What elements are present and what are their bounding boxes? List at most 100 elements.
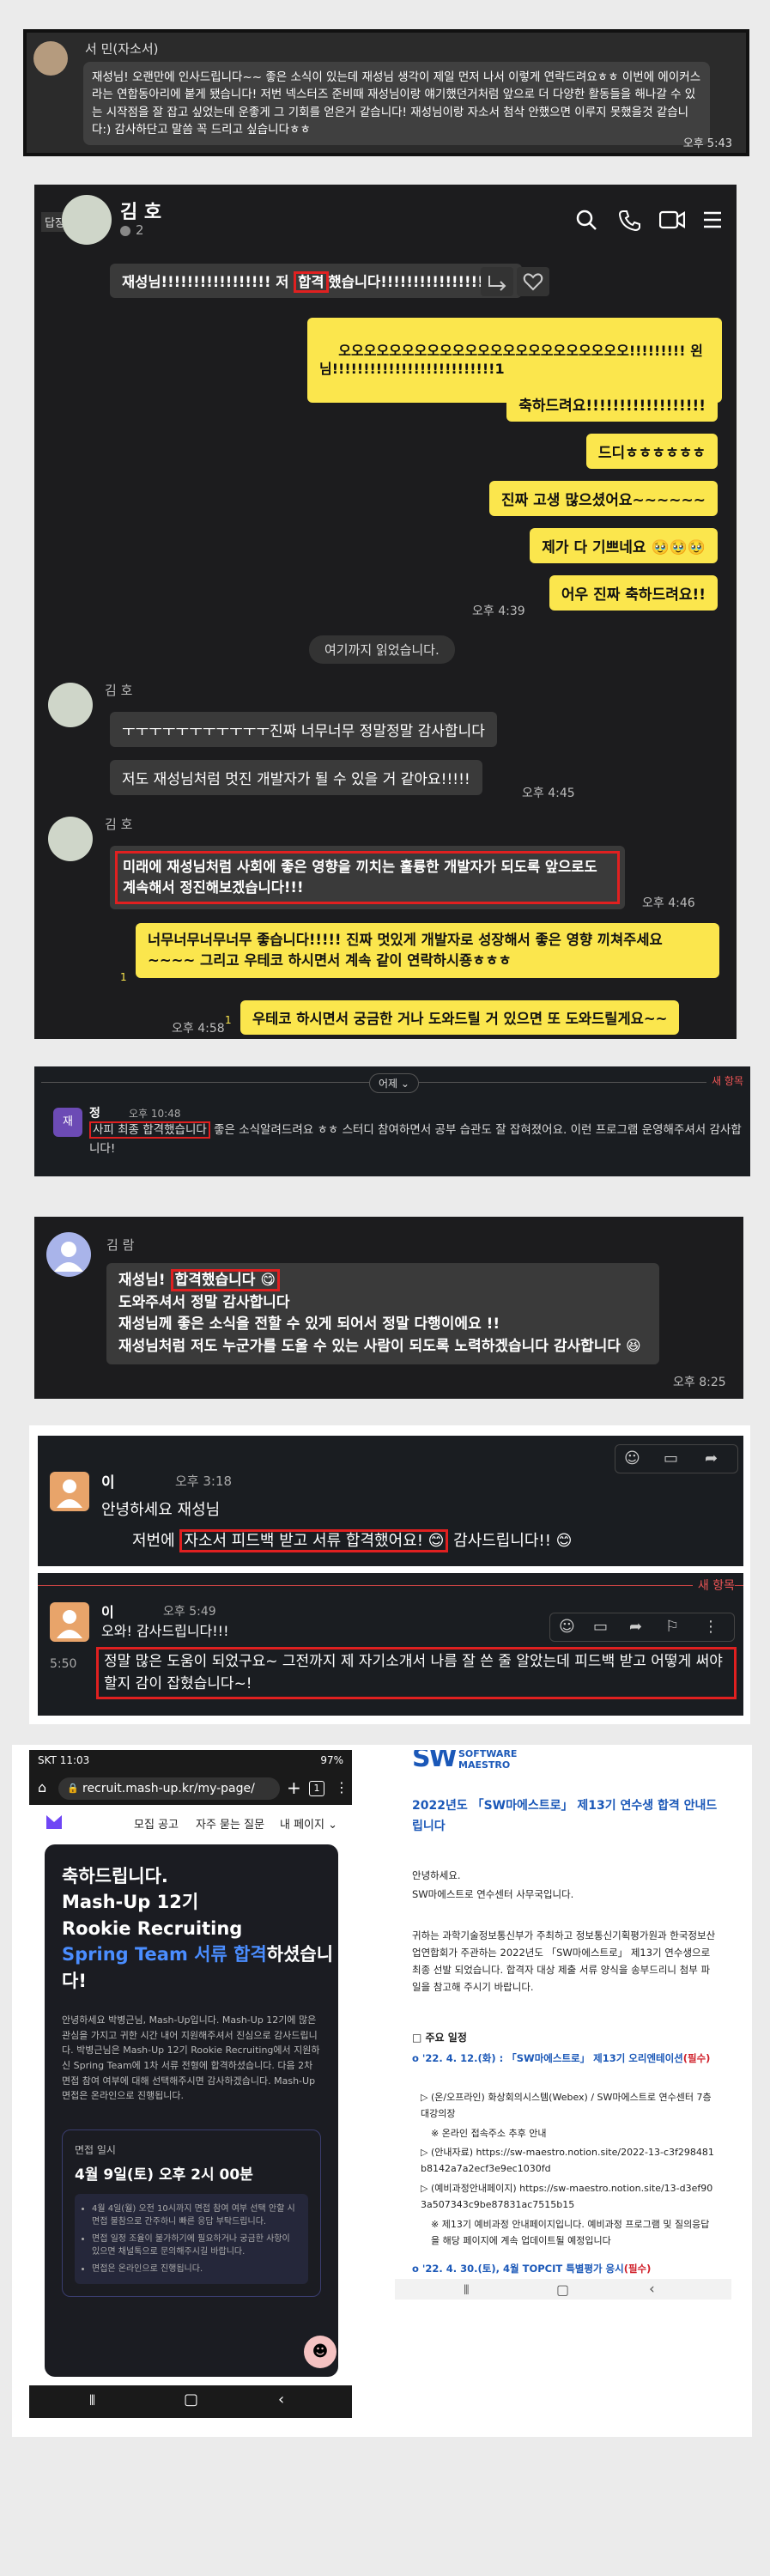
battery-level: 97% bbox=[320, 1754, 343, 1766]
sender-name: 서 민(자소서) bbox=[85, 41, 159, 57]
message-text: 안녕하세요 재성님 bbox=[101, 1501, 221, 1519]
schedule-date: o '22. 4. 12.(화) : 「SW마에스트로」 제13기 오리엔테이션 bbox=[412, 2052, 683, 2064]
message-bubble[interactable]: 축하드려요!!!!!!!!!!!!!!!!!! bbox=[506, 386, 718, 422]
browser-bar: ⌂ 🔒 recruit.mash-up.kr/my-page/ + 1 ⋮ bbox=[29, 1772, 352, 1805]
highlighted-text: 합격했습니다 😋 bbox=[170, 1269, 281, 1291]
message-bubble[interactable]: ㅜㅜㅜㅜㅜㅜㅜㅜㅜㅜㅜ진짜 너무너무 정말정말 감사합니다 bbox=[110, 712, 497, 747]
schedule-link[interactable]: ▷ (예비과정안내페이지) https://sw-maestro.notion.… bbox=[421, 2181, 718, 2213]
nav-item-faq[interactable]: 자주 묻는 질문 bbox=[196, 1815, 264, 1832]
message-text: 너무너무너무너무 좋습니다!!!!! 진짜 멋있게 개발자로 성장해서 좋은 영… bbox=[148, 932, 663, 969]
recent-apps-icon[interactable]: ⦀ bbox=[89, 2392, 95, 2409]
screenshots-panel: SKT 11:03 97% ⌂ 🔒 recruit.mash-up.kr/my-… bbox=[12, 1745, 752, 2437]
nav-item-recruit[interactable]: 모집 공고 bbox=[134, 1815, 179, 1832]
email-greeting: 안녕하세요. bbox=[412, 1869, 461, 1881]
avatar[interactable] bbox=[46, 1232, 91, 1277]
message-bubble[interactable]: 재성님! 오랜만에 인사드립니다~~ 좋은 소식이 있는데 재성님 생각이 제일… bbox=[83, 62, 710, 145]
avatar[interactable] bbox=[62, 195, 112, 245]
email-screen-swmaestro: SW SOFTWARE MAESTRO 2022년도 「SW마에스트로」 제13… bbox=[395, 1750, 731, 2300]
avatar[interactable] bbox=[50, 1602, 89, 1642]
list-item: 면접 일정 조율이 불가하기에 필요하거나 궁금한 사항이 있으면 채널톡으로 … bbox=[92, 2233, 300, 2259]
video-call-icon[interactable] bbox=[659, 210, 685, 229]
sender-name: 이 bbox=[101, 1474, 115, 1492]
message-text: 제가 다 기쁘네요 🥹🥹🥹 bbox=[542, 539, 706, 556]
more-icon[interactable]: ⋮ bbox=[703, 1618, 718, 1636]
message-bubble[interactable]: 어우 진짜 축하드려요!! bbox=[549, 575, 718, 611]
site-nav: 모집 공고 자주 묻는 질문 내 페이지 ⌄ bbox=[29, 1805, 352, 1839]
url-field[interactable]: 🔒 recruit.mash-up.kr/my-page/ bbox=[58, 1777, 280, 1800]
mashup-logo-icon[interactable] bbox=[46, 1815, 62, 1829]
add-tab-icon[interactable]: + bbox=[287, 1777, 301, 1798]
message-bubble[interactable]: 제가 다 기쁘네요 🥹🥹🥹 bbox=[530, 528, 718, 563]
title-line: Spring Team 서류 합격하셨습니 bbox=[62, 1941, 333, 1967]
share-icon[interactable] bbox=[481, 267, 513, 296]
home-button-icon[interactable]: ▢ bbox=[556, 2281, 569, 2298]
schedule-link[interactable]: ▷ (안내자료) https://sw-maestro.notion.site/… bbox=[421, 2145, 718, 2177]
menu-icon[interactable] bbox=[702, 210, 723, 229]
avatar[interactable] bbox=[48, 683, 93, 727]
message-bubble[interactable]: 미래에 재성님처럼 사회에 좋은 영향을 끼치는 훌륭한 개발자가 되도록 앞으… bbox=[110, 846, 625, 909]
chat-header: 답장 김 호 2 bbox=[34, 185, 737, 246]
email-title: 2022년도 「SW마에스트로」 제13기 연수생 합격 안내드립니다 bbox=[412, 1799, 718, 1833]
title-text: 하셨습니 bbox=[266, 1944, 334, 1965]
highlighted-text: 합격 bbox=[294, 271, 329, 293]
list-item: 4월 4일(월) 오전 10시까지 면접 참여 여부 선택 안할 시 면접 불참… bbox=[92, 2202, 300, 2229]
avatar[interactable] bbox=[50, 1472, 89, 1511]
recent-apps-icon[interactable]: ⦀ bbox=[464, 2282, 470, 2298]
sender-name: 김 호 bbox=[105, 683, 133, 698]
title-line: Mash-Up 12기 bbox=[62, 1892, 199, 1913]
heart-icon[interactable] bbox=[517, 267, 549, 296]
nav-item-mypage[interactable]: 내 페이지 ⌄ bbox=[280, 1815, 337, 1832]
search-icon[interactable] bbox=[575, 209, 597, 231]
message-bubble[interactable]: 재성님! 합격했습니다 😋 도와주셔서 정말 감사합니다 재성님께 좋은 소식을… bbox=[106, 1263, 659, 1364]
android-nav-bar: ⦀ ▢ ‹ bbox=[395, 2279, 731, 2300]
message-text: 재성님! 오랜만에 인사드립니다~~ 좋은 소식이 있는데 재성님 생각이 제일… bbox=[92, 70, 701, 137]
message-time: 오후 5:43 bbox=[682, 137, 732, 150]
home-button-icon[interactable]: ▢ bbox=[184, 2391, 198, 2409]
avatar[interactable] bbox=[33, 41, 68, 76]
chat-panel-5: 이 오후 3:18 ☺ ▭ ➦ 안녕하세요 재성님 저번에 자소서 피드백 받고… bbox=[29, 1425, 750, 1724]
avatar[interactable] bbox=[48, 817, 93, 861]
message-bubble[interactable]: 진짜 고생 많으셨어요~~~~~~ bbox=[488, 481, 718, 516]
phone-icon[interactable] bbox=[618, 209, 640, 231]
message-text: 저번에 bbox=[132, 1532, 180, 1550]
message-time: 오후 5:49 bbox=[163, 1605, 216, 1619]
emoji-reaction-icon[interactable]: ☺ bbox=[624, 1449, 640, 1467]
avatar[interactable]: 재 bbox=[53, 1108, 82, 1137]
message-time: 오후 4:46 bbox=[642, 896, 695, 910]
unread-count: 1 bbox=[225, 1014, 232, 1026]
emoji-reaction-icon[interactable]: ☺ bbox=[559, 1618, 575, 1636]
message-text: 감사드립니다!! 😊 bbox=[448, 1532, 573, 1550]
message-line: 저번에 자소서 피드백 받고 서류 합격했어요! 😊 감사드립니다!! 😊 bbox=[132, 1528, 573, 1552]
bookmark-icon[interactable]: ⚐ bbox=[665, 1618, 679, 1636]
avatar-initial: 재 bbox=[63, 1115, 73, 1128]
required-tag: (필수) bbox=[623, 2263, 652, 2275]
back-icon[interactable]: ‹ bbox=[278, 2391, 284, 2409]
chat-fab-icon[interactable]: ☻ bbox=[304, 2336, 336, 2368]
section-title: □ 주요 일정 bbox=[412, 2032, 467, 2044]
sw-logo: SW SOFTWARE MAESTRO bbox=[412, 1750, 567, 1777]
tab-count[interactable]: 1 bbox=[309, 1781, 324, 1796]
message-bubble[interactable]: 우테코 하시면서 궁금한 거나 도와드릴 거 있으면 또 도와드릴게요~~ bbox=[240, 1000, 680, 1035]
reply-icon[interactable]: ▭ bbox=[593, 1618, 608, 1636]
message-bubble[interactable]: 너무너무너무너무 좋습니다!!!!! 진짜 멋있게 개발자로 성장해서 좋은 영… bbox=[136, 923, 719, 978]
new-items-label: 새 항목 bbox=[692, 1577, 735, 1594]
message-text: 오와! 감사드립니다!!! bbox=[101, 1623, 229, 1639]
chat-panel-3: 어제 ⌄ 새 항목 재 정 오후 10:48 사피 최종 합격했습니다 좋은 소… bbox=[34, 1066, 750, 1176]
forward-icon[interactable]: ➦ bbox=[705, 1449, 718, 1467]
message-time: 오후 8:25 bbox=[673, 1376, 726, 1389]
message-text: 재성님께 좋은 소식을 전할 수 있게 되어서 정말 다행이에요 !! bbox=[118, 1315, 500, 1333]
sw-logo-mark: SW bbox=[412, 1750, 458, 1773]
interview-box: 면접 일시 4월 9일(토) 오후 2시 00분 4월 4일(월) 오전 10시… bbox=[62, 2129, 321, 2298]
sender-name: 김 람 bbox=[106, 1237, 135, 1253]
member-count: 2 bbox=[136, 222, 144, 238]
home-icon[interactable]: ⌂ bbox=[38, 1779, 46, 1795]
back-icon[interactable]: ‹ bbox=[649, 2281, 655, 2298]
forward-icon[interactable]: ➦ bbox=[629, 1618, 642, 1636]
more-icon[interactable]: ⋮ bbox=[335, 1779, 349, 1795]
message-bubble[interactable]: 저도 재성님처럼 멋진 개발자가 될 수 있을 거 같아요!!!!! bbox=[110, 760, 482, 795]
contact-name: 김 호 bbox=[120, 202, 162, 223]
message-bubble[interactable]: 드디ㅎㅎㅎㅎㅎㅎ bbox=[585, 434, 718, 469]
reply-icon[interactable]: ▭ bbox=[664, 1449, 678, 1467]
date-label[interactable]: 어제 ⌄ bbox=[369, 1073, 419, 1093]
message-bubble[interactable]: 재성님!!!!!!!!!!!!!!!!! 저 합격 했습니다!!!!!!!!!!!… bbox=[110, 264, 522, 298]
